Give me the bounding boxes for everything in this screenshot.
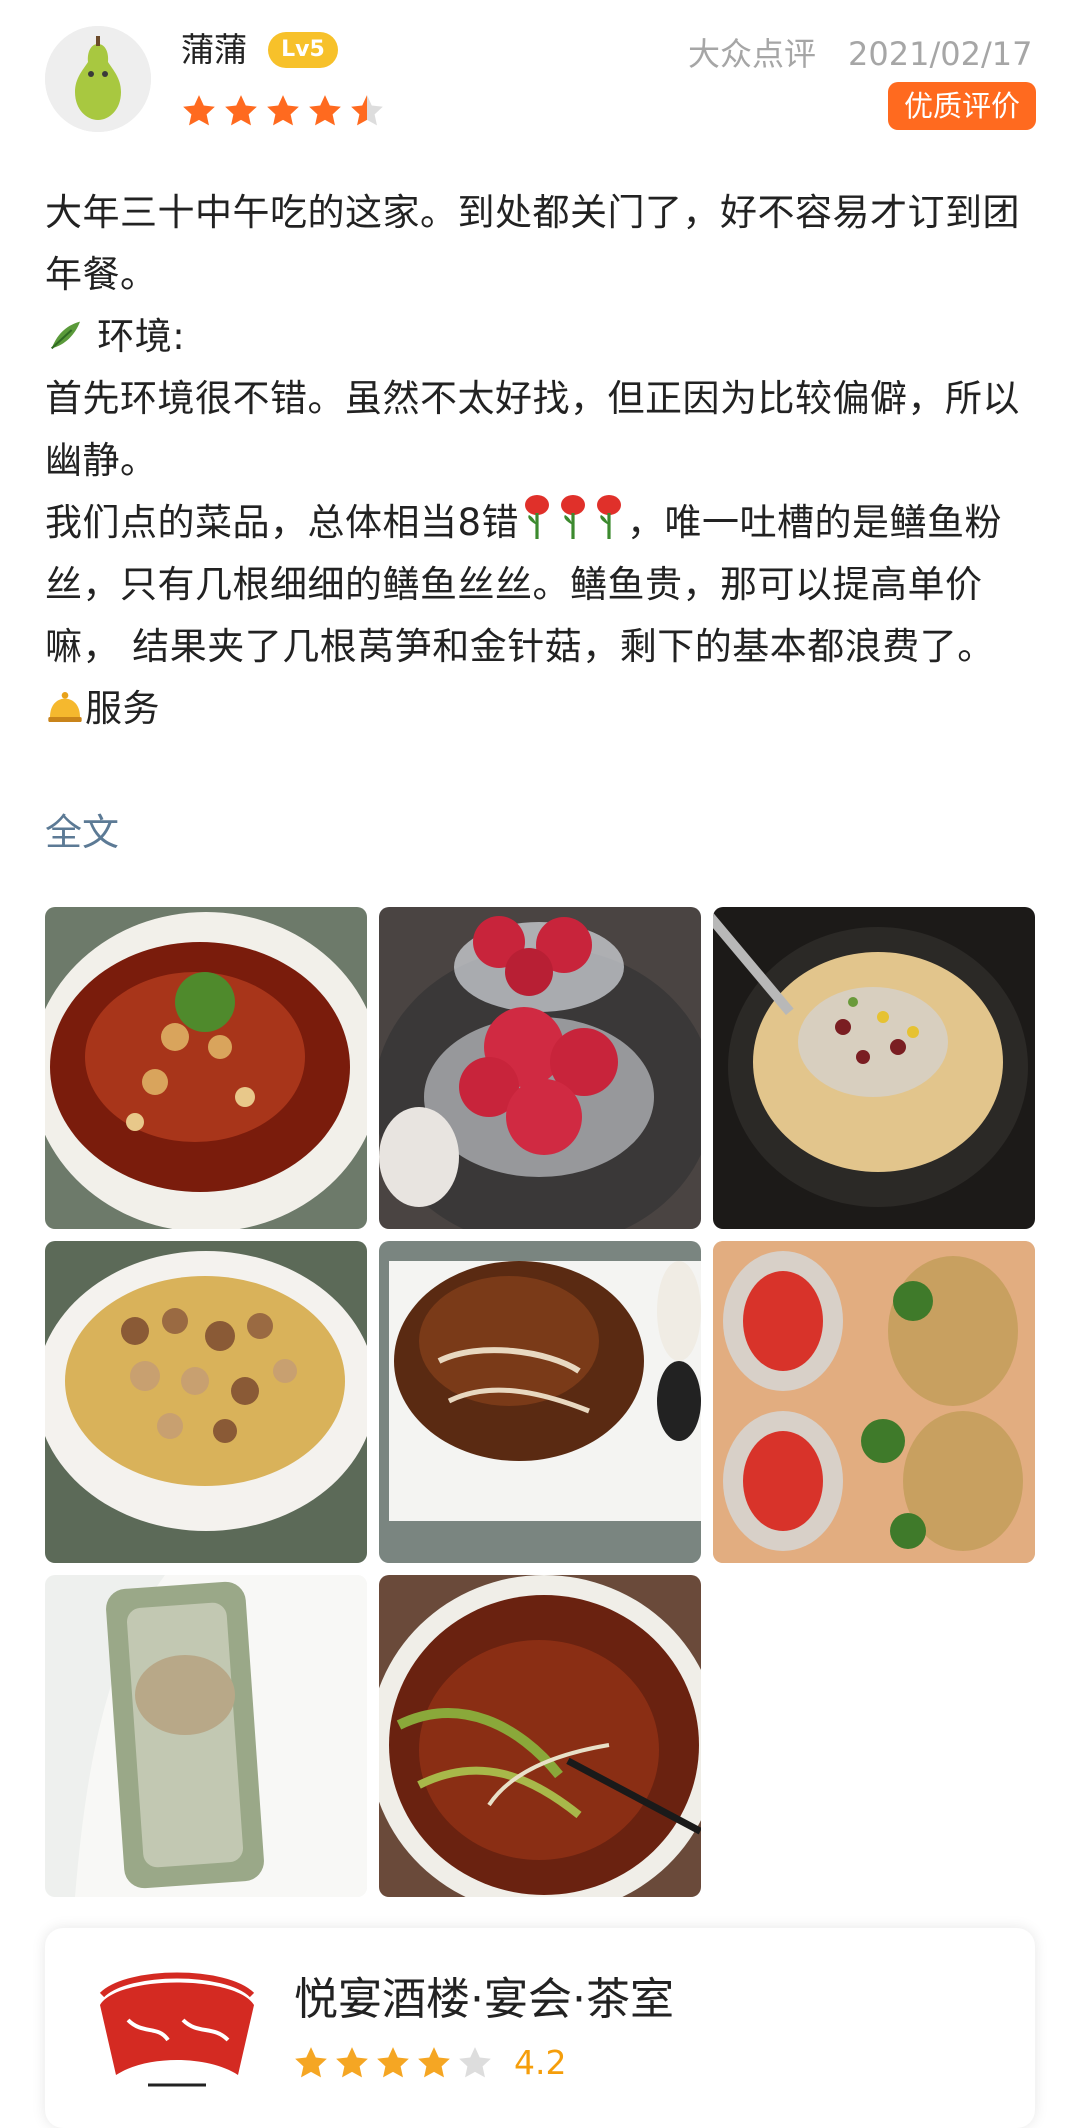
steamed-scallops-image — [713, 1241, 1035, 1563]
star-full-icon — [377, 2047, 409, 2078]
spicy-eel-vermicelli-image — [379, 1575, 701, 1897]
star-full-icon — [418, 2047, 450, 2078]
review-paragraph: 首先环境很不错。虽然不太好找，但正因为比较偏僻，所以幽静。 — [45, 377, 1020, 482]
review-section-environment: 环境: — [97, 315, 186, 358]
rose-icon — [525, 495, 550, 539]
shop-rating-stars — [292, 2044, 494, 2082]
rose-icon — [597, 495, 622, 539]
review-text-dishes: 我们点的菜品，总体相当8错 — [45, 501, 520, 544]
review-paragraph: 服务 — [45, 678, 1035, 740]
star-full-icon — [225, 95, 257, 126]
review-paragraph: 我们点的菜品，总体相当8错 ，唯一吐槽的是鳝鱼粉丝，只有几根细细的鳝鱼丝丝。鳝鱼贵… — [45, 492, 1035, 678]
review-text[interactable]: 大年三十中午吃的这家。到处都关门了，好不容易才订到团年餐。 环境: 首先环境很不… — [45, 182, 1035, 740]
review-photo[interactable] — [713, 907, 1035, 1229]
review-source: 大众点评 — [688, 35, 817, 73]
full-text-link[interactable]: 全文 — [45, 802, 119, 864]
review-photo[interactable] — [45, 1575, 367, 1897]
shop-rating-score: 4.2 — [514, 2043, 567, 2082]
user-rating-stars — [180, 92, 386, 130]
rose-icon — [561, 495, 586, 539]
review-photo[interactable] — [379, 907, 701, 1229]
shop-logo-icon — [99, 1972, 255, 2087]
avatar[interactable] — [45, 26, 151, 132]
level-badge: Lv5 — [268, 32, 338, 68]
red-glutinous-balls-image — [379, 907, 701, 1229]
star-full-icon — [267, 95, 299, 126]
star-half-icon — [351, 95, 383, 126]
roast-duck-slices-image — [379, 1241, 701, 1563]
meatball-soup-image — [45, 1241, 367, 1563]
star-full-icon — [295, 2047, 327, 2078]
username[interactable]: 蒲蒲 — [181, 28, 247, 72]
review-paragraph: 大年三十中午吃的这家。到处都关门了，好不容易才订到团年餐。 — [45, 191, 1020, 296]
corn-porridge-pot-image — [713, 907, 1035, 1229]
review-photo[interactable] — [45, 907, 367, 1229]
bell-icon — [48, 692, 82, 722]
review-paragraph: 环境: — [45, 306, 1035, 368]
review-photo[interactable] — [379, 1241, 701, 1563]
shop-logo — [88, 1965, 266, 2099]
shop-name[interactable]: 悦宴酒楼·宴会·茶室 — [294, 1970, 674, 2030]
star-empty-icon — [459, 2047, 491, 2078]
review-date: 2021/02/17 — [848, 35, 1033, 73]
review-photo[interactable] — [45, 1241, 367, 1563]
review-photo[interactable] — [713, 1241, 1035, 1563]
leaf-icon — [50, 321, 80, 350]
quality-review-badge: 优质评价 — [888, 82, 1036, 130]
review-photo[interactable] — [379, 1575, 701, 1897]
star-full-icon — [183, 95, 215, 126]
pear-avatar-icon — [45, 26, 151, 132]
rice-cake-pastry-image — [45, 1575, 367, 1897]
review-section-service: 服务 — [85, 687, 160, 730]
star-full-icon — [336, 2047, 368, 2078]
spicy-fish-dish-image — [45, 907, 367, 1229]
star-full-icon — [309, 95, 341, 126]
